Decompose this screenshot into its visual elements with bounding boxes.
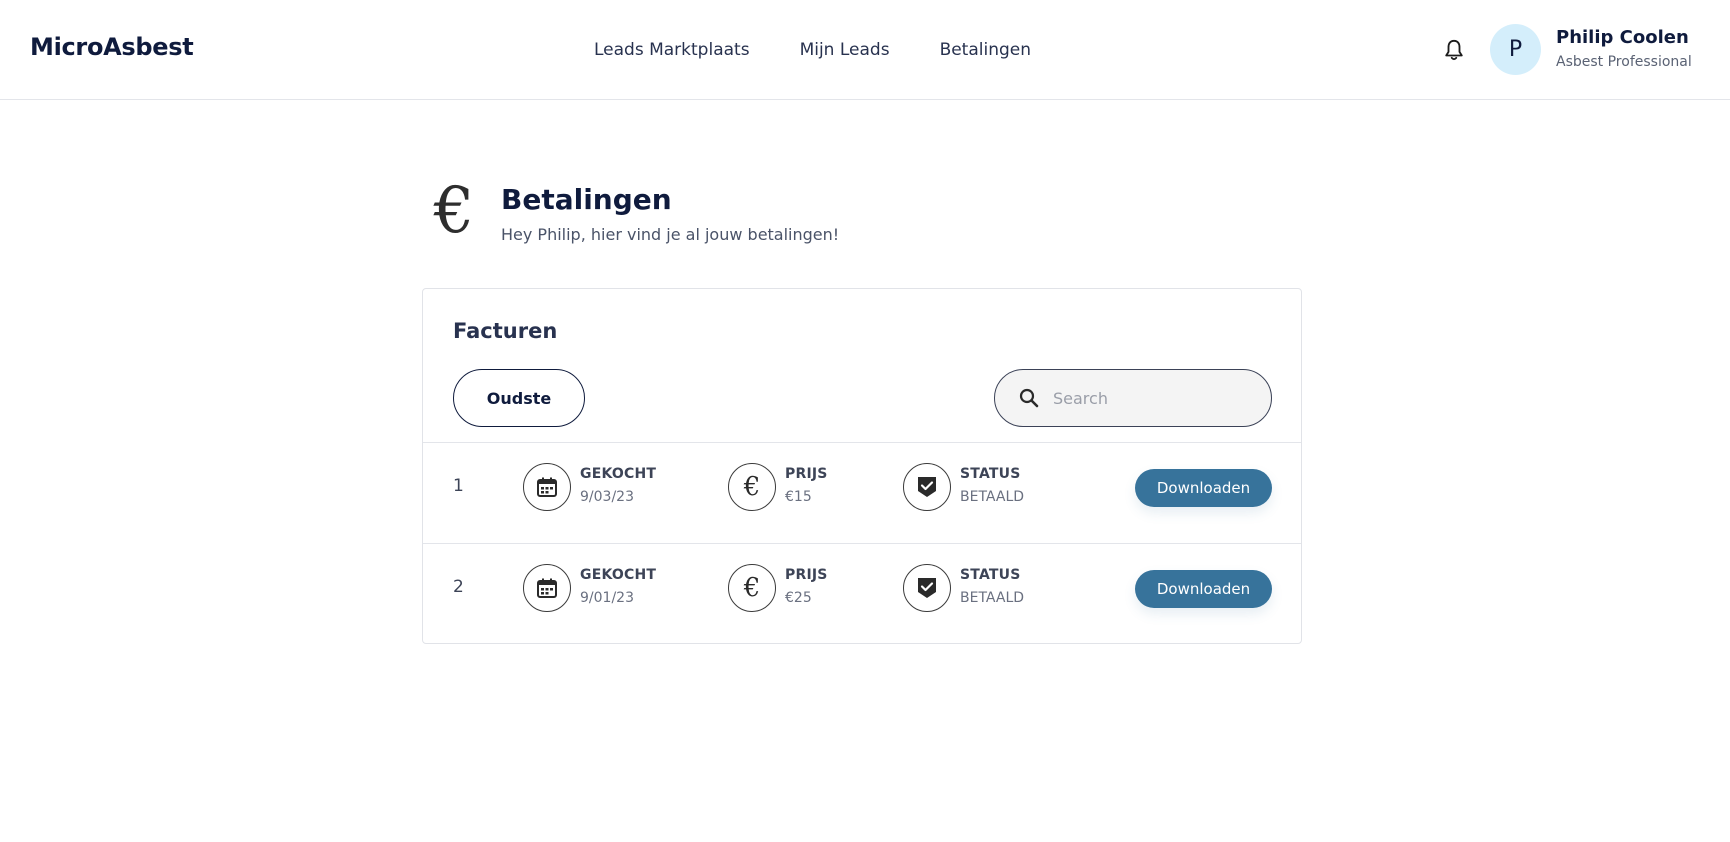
shield-check-icon [903, 463, 951, 511]
bought-date: 9/03/23 [580, 489, 634, 505]
bought-label: GEKOCHT [580, 466, 657, 482]
page-title: Betalingen [501, 183, 672, 216]
user-name: Philip Coolen [1556, 27, 1689, 48]
shield-check-icon [903, 564, 951, 612]
sort-oldest-button[interactable]: Oudste [453, 369, 585, 427]
download-button[interactable]: Downloaden [1135, 469, 1272, 507]
price-label: PRIJS [785, 567, 828, 583]
user-avatar[interactable]: P [1490, 24, 1541, 75]
price-label: PRIJS [785, 466, 828, 482]
status-label: STATUS [960, 466, 1021, 482]
euro-glyph: € [743, 573, 761, 603]
invoice-row: 1 GEKOCHT 9/03/23 € PRIJS €15 STATUS BET… [423, 442, 1301, 543]
invoices-title: Facturen [453, 319, 558, 343]
euro-glyph: € [743, 472, 761, 502]
user-role: Asbest Professional [1556, 54, 1692, 70]
invoice-row: 2 GEKOCHT 9/01/23 € PRIJS €25 STATUS BET… [423, 543, 1301, 644]
invoices-card: Facturen Oudste 1 [422, 288, 1302, 644]
nav-betalingen[interactable]: Betalingen [940, 40, 1031, 60]
calendar-icon [523, 463, 571, 511]
download-button[interactable]: Downloaden [1135, 570, 1272, 608]
brand-logo[interactable]: MicroAsbest [30, 33, 194, 61]
nav-leads-marktplaats[interactable]: Leads Marktplaats [594, 40, 750, 60]
bought-date: 9/01/23 [580, 590, 634, 606]
notification-bell-icon[interactable] [1443, 38, 1465, 62]
euro-icon: € [433, 174, 475, 248]
page-subtitle: Hey Philip, hier vind je al jouw betalin… [501, 225, 840, 244]
status-label: STATUS [960, 567, 1021, 583]
status-value: BETAALD [960, 590, 1025, 606]
calendar-icon [523, 564, 571, 612]
search-box[interactable] [994, 369, 1272, 427]
main-nav: Leads Marktplaats Mijn Leads Betalingen [594, 40, 1081, 60]
status-value: BETAALD [960, 489, 1025, 505]
euro-icon: € [728, 463, 776, 511]
euro-icon: € [728, 564, 776, 612]
search-icon [1019, 388, 1039, 408]
row-index: 2 [453, 577, 464, 597]
row-index: 1 [453, 476, 464, 496]
top-navbar: MicroAsbest Leads Marktplaats Mijn Leads… [0, 0, 1730, 100]
bought-label: GEKOCHT [580, 567, 657, 583]
price-value: €15 [785, 489, 812, 505]
invoices-list: 1 GEKOCHT 9/03/23 € PRIJS €15 STATUS BET… [423, 442, 1301, 644]
price-value: €25 [785, 590, 812, 606]
nav-mijn-leads[interactable]: Mijn Leads [800, 40, 890, 60]
search-input[interactable] [1053, 388, 1253, 408]
